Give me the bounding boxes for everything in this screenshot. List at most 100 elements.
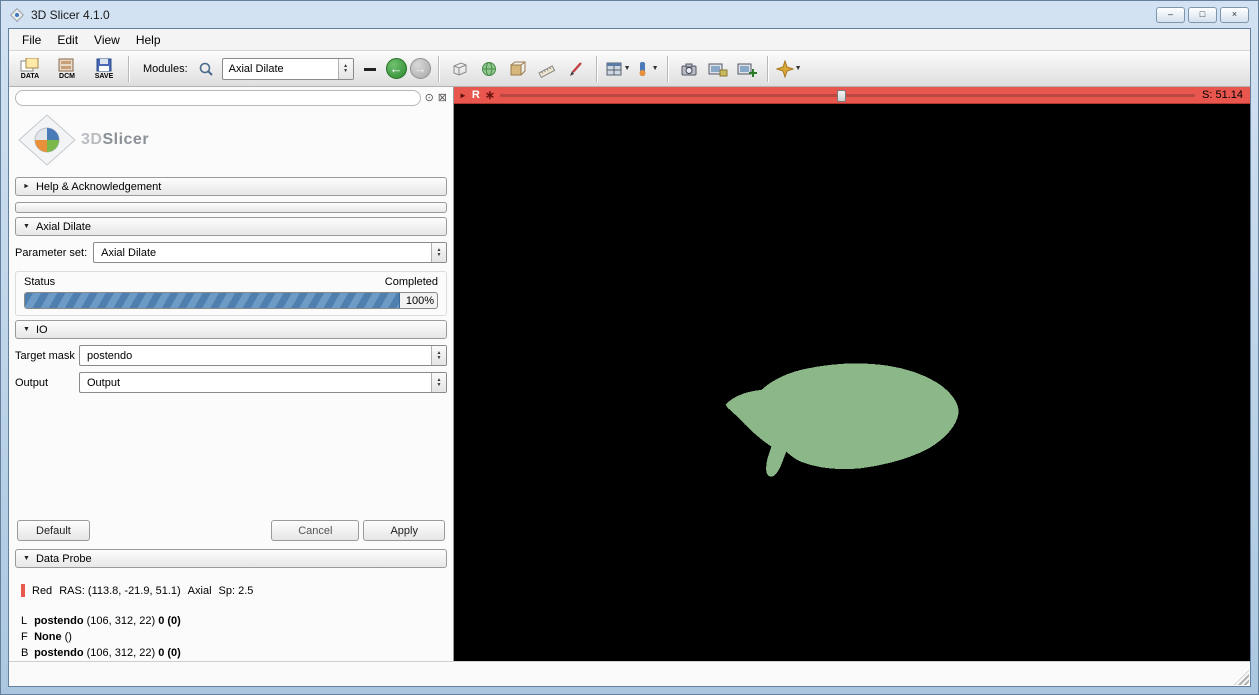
expanded-arrow-icon: ▼ xyxy=(23,326,30,333)
parameter-set-label: Parameter set: xyxy=(15,247,87,259)
crosshair-button[interactable]: ▼ xyxy=(776,56,802,82)
load-data-button[interactable]: DATA xyxy=(13,53,47,85)
close-panel-icon[interactable]: ⊠ xyxy=(438,91,447,105)
slice-views-button[interactable]: ▼ xyxy=(634,56,660,82)
target-mask-combobox[interactable]: postendo ▲▼ xyxy=(79,345,447,366)
collapsed-arrow-icon: ► xyxy=(23,183,30,190)
combo-spinner-icon[interactable]: ▲▼ xyxy=(338,59,353,79)
target-icon[interactable]: ⊙ xyxy=(425,91,434,105)
globe-button[interactable] xyxy=(476,56,502,82)
wire-cube-button[interactable] xyxy=(447,56,473,82)
toolbar-separator xyxy=(667,56,669,82)
expanded-arrow-icon: ▼ xyxy=(23,555,30,562)
probe-spacing: Sp: 2.5 xyxy=(219,585,254,597)
module-search-input[interactable] xyxy=(15,90,421,106)
toolbar-separator xyxy=(438,56,440,82)
main-area: ⊙ ⊠ 3DSlicer ► Help & Acknowledgeme xyxy=(9,87,1250,661)
maximize-button[interactable]: □ xyxy=(1188,7,1217,23)
toolbar-separator xyxy=(596,56,598,82)
probe-layer-row: L postendo (106, 312, 22) 0 (0) xyxy=(21,613,443,629)
segmentation-mask-path xyxy=(726,363,959,476)
menu-view[interactable]: View xyxy=(86,31,128,49)
back-icon: ← xyxy=(390,61,403,76)
resize-grip[interactable] xyxy=(1234,670,1249,685)
crosshair-icon xyxy=(776,60,794,78)
editor-brush-button[interactable] xyxy=(563,56,589,82)
combo-spinner-icon[interactable]: ▲▼ xyxy=(431,346,446,365)
cancel-button[interactable]: Cancel xyxy=(271,520,359,541)
brush-icon xyxy=(567,60,585,78)
probe-layers: L postendo (106, 312, 22) 0 (0) F None (… xyxy=(21,613,443,661)
application-window: 3D Slicer 4.1.0 – □ × File Edit View Hel… xyxy=(0,0,1259,695)
forward-button[interactable]: → xyxy=(410,58,431,79)
screenshot-icon xyxy=(680,60,698,78)
load-dicom-button[interactable]: DCM xyxy=(50,53,84,85)
minimize-button[interactable]: – xyxy=(1156,7,1185,23)
module-history-button[interactable] xyxy=(357,56,383,82)
pin-icon[interactable]: ∗ xyxy=(485,88,495,102)
io-section-header[interactable]: ▼ IO xyxy=(15,320,447,339)
screenshot-button[interactable] xyxy=(676,56,702,82)
target-mask-row: Target mask postendo ▲▼ xyxy=(15,345,447,366)
apply-button[interactable]: Apply xyxy=(363,520,445,541)
ruler-button[interactable] xyxy=(534,56,560,82)
slice-views-icon xyxy=(635,60,651,78)
module-section-header[interactable]: ▼ Axial Dilate xyxy=(15,217,447,236)
slice-viewport[interactable] xyxy=(454,104,1250,661)
probe-slice-name: Red xyxy=(32,585,52,597)
scene-view-add-button[interactable] xyxy=(734,56,760,82)
scene-view-icon xyxy=(708,60,728,78)
module-panel-header: ⊙ ⊠ xyxy=(9,87,453,109)
output-row: Output Output ▲▼ xyxy=(15,372,447,393)
data-probe-section-header[interactable]: ▼ Data Probe xyxy=(15,549,447,568)
progress-percent: 100% xyxy=(406,295,434,307)
globe-icon xyxy=(480,60,498,78)
window-title: 3D Slicer 4.1.0 xyxy=(31,8,1150,22)
menu-edit[interactable]: Edit xyxy=(49,31,86,49)
slice-offset-slider[interactable] xyxy=(500,89,1195,102)
layout-button[interactable]: ▼ xyxy=(605,56,631,82)
segmentation-overlay xyxy=(454,104,1250,661)
combo-spinner-icon[interactable]: ▲▼ xyxy=(431,243,446,262)
menu-help[interactable]: Help xyxy=(128,31,169,49)
module-panel: ⊙ ⊠ 3DSlicer ► Help & Acknowledgeme xyxy=(9,87,454,661)
help-acknowledgement-section[interactable]: ► Help & Acknowledgement xyxy=(15,177,447,196)
wire-cube-icon xyxy=(451,60,469,78)
menu-file[interactable]: File xyxy=(14,31,49,49)
forward-icon: → xyxy=(414,61,427,76)
save-icon xyxy=(96,58,112,72)
volumes-icon xyxy=(509,60,527,78)
slice-view-label: R xyxy=(472,89,480,101)
back-button[interactable]: ← xyxy=(386,58,407,79)
collapsed-empty-section[interactable] xyxy=(15,202,447,213)
status-bar xyxy=(9,661,1250,686)
default-button[interactable]: Default xyxy=(17,520,90,541)
expanded-arrow-icon: ▼ xyxy=(23,223,30,230)
module-selector-value: Axial Dilate xyxy=(223,63,338,75)
slice-controller-bar: ► R ∗ S: 51.14 xyxy=(454,87,1250,104)
scene-view-button[interactable] xyxy=(705,56,731,82)
main-toolbar: DATA DCM SAVE Modules: Axial Dilate ▲▼ xyxy=(9,51,1250,87)
chevron-right-icon[interactable]: ► xyxy=(459,91,467,100)
module-selector-combobox[interactable]: Axial Dilate ▲▼ xyxy=(222,58,354,80)
output-combobox[interactable]: Output ▲▼ xyxy=(79,372,447,393)
probe-orientation: Axial xyxy=(188,585,212,597)
volumes-button[interactable] xyxy=(505,56,531,82)
probe-layer-row: B postendo (106, 312, 22) 0 (0) xyxy=(21,645,443,661)
magnifier-icon xyxy=(198,61,214,77)
parameter-set-combobox[interactable]: Axial Dilate ▲▼ xyxy=(93,242,447,263)
title-bar: 3D Slicer 4.1.0 – □ × xyxy=(1,1,1258,28)
output-label: Output xyxy=(15,377,73,389)
slice-slider-handle[interactable] xyxy=(837,90,846,102)
panel-spacer xyxy=(9,395,453,516)
probe-layer-row: F None () xyxy=(21,629,443,645)
combo-spinner-icon[interactable]: ▲▼ xyxy=(431,373,446,392)
module-search-button[interactable] xyxy=(193,56,219,82)
module-buttons-row: Default Cancel Apply xyxy=(17,520,445,541)
save-button[interactable]: SAVE xyxy=(87,53,121,85)
close-button[interactable]: × xyxy=(1220,7,1249,23)
probe-slice-row: Red RAS: (113.8, -21.9, 51.1) Axial Sp: … xyxy=(21,584,443,597)
chevron-down-icon: ▼ xyxy=(795,65,802,72)
app-icon xyxy=(9,7,25,23)
status-value: Completed xyxy=(385,276,438,288)
